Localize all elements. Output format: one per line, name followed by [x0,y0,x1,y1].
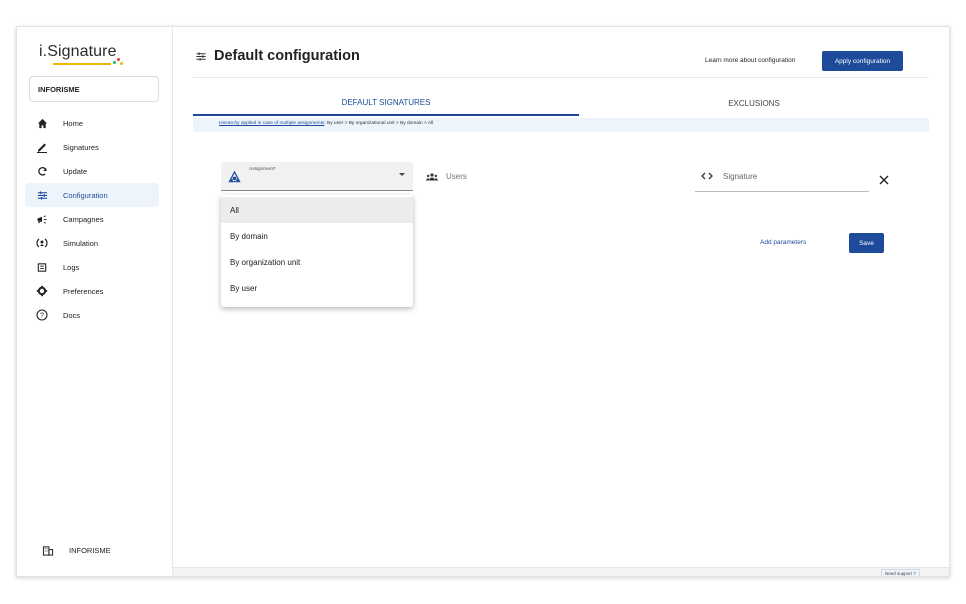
simulation-icon [35,236,49,250]
hierarchy-hint-text: : By user > By organizational unit > By … [324,121,434,126]
gear-icon [35,284,49,298]
app-window: i.Signature INFORISME Home Signatures Up… [16,26,950,577]
close-icon[interactable] [879,173,889,188]
header-divider [193,77,929,78]
signature-input-underline [695,191,869,192]
logs-icon [35,260,49,274]
megaphone-icon [35,212,49,226]
need-support-button[interactable]: Need support ? [881,569,920,576]
bottom-bar: Need support ? [173,567,949,576]
sidebar-item-label: Home [63,118,84,128]
sidebar-item-docs[interactable]: ? Docs [25,303,159,327]
dropdown-option-by-domain[interactable]: By domain [221,223,413,249]
sidebar-item-label: Configuration [63,190,108,200]
footer-org-label: INFORISME [69,545,111,555]
sidebar-item-label: Simulation [63,238,99,248]
page-title: Default configuration [214,48,360,64]
sidebar-item-preferences[interactable]: Preferences [25,279,159,303]
sidebar-item-simulation[interactable]: Simulation [25,231,159,255]
dropdown-option-all[interactable]: All [221,197,413,223]
add-parameters-link[interactable]: Add parameters [760,239,806,246]
pen-icon [35,140,49,154]
tab-default-signatures[interactable]: DEFAULT SIGNATURES [193,90,579,116]
building-icon [41,543,55,557]
sidebar-item-label: Update [63,166,88,176]
tabs: DEFAULT SIGNATURES EXCLUSIONS [193,90,929,116]
dropdown-option-by-organization-unit[interactable]: By organization unit [221,249,413,275]
assignment-icon [228,171,241,183]
app-logo[interactable]: i.Signature [39,43,117,61]
apply-configuration-button[interactable]: Apply configuration [822,51,903,71]
learn-more-link[interactable]: Learn more about configuration [705,57,795,64]
sidebar-item-update[interactable]: Update [25,159,159,183]
refresh-icon [35,164,49,178]
home-icon [35,116,49,130]
sidebar-item-label: Campagnes [63,214,104,224]
users-input[interactable]: Users [446,172,467,181]
sidebar-footer-org[interactable]: INFORISME [35,543,111,557]
logo-underline [53,63,111,65]
svg-text:?: ? [40,313,44,320]
tab-exclusions[interactable]: EXCLUSIONS [579,90,929,116]
sidebar-item-signatures[interactable]: Signatures [25,135,159,159]
sidebar: i.Signature INFORISME Home Signatures Up… [17,27,173,576]
sliders-icon [35,188,49,202]
sliders-icon [195,51,207,65]
sidebar-item-home[interactable]: Home [25,111,159,135]
sidebar-item-label: Logs [63,262,80,272]
save-button[interactable]: Save [849,233,884,253]
hierarchy-hint-link[interactable]: Hierarchy applied in case of multiple as… [219,121,324,126]
organization-selector[interactable]: INFORISME [29,76,159,102]
sidebar-item-logs[interactable]: Logs [25,255,159,279]
sidebar-item-label: Docs [63,310,81,320]
signature-input[interactable]: Signature [723,172,757,181]
hierarchy-hint: Hierarchy applied in case of multiple as… [193,118,929,132]
sidebar-item-campagnes[interactable]: Campagnes [25,207,159,231]
sidebar-item-label: Signatures [63,142,99,152]
sidebar-item-label: Preferences [63,286,104,296]
sidebar-item-configuration[interactable]: Configuration [25,183,159,207]
users-icon [426,173,438,183]
logo-dots [113,57,123,65]
code-icon [701,172,713,182]
caret-down-icon[interactable] [399,173,405,176]
dropdown-option-by-user[interactable]: By user [221,275,413,301]
help-icon: ? [35,308,49,322]
assignment-dropdown-menu: All By domain By organization unit By us… [221,195,413,307]
assignment-label: Assignment* [249,167,276,172]
sidebar-nav: Home Signatures Update Configuration Cam… [17,111,173,327]
assignment-select[interactable]: Assignment* [221,162,413,191]
main-content: Default configuration Learn more about c… [173,27,949,576]
